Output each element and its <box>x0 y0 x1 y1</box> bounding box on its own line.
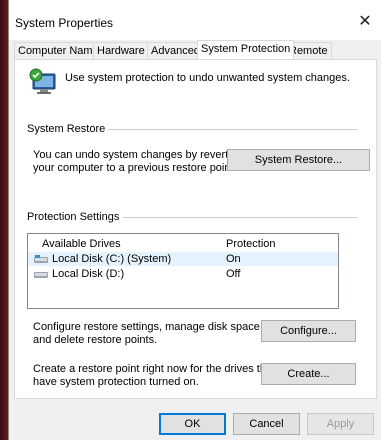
tab-panel-system-protection: Use system protection to undo unwanted s… <box>14 59 377 399</box>
dialog-footer: OK Cancel Apply <box>9 399 381 440</box>
system-restore-group-label: System Restore <box>27 123 109 136</box>
tab-advanced[interactable]: Advanced <box>147 42 204 59</box>
title-bar: System Properties ✕ <box>9 0 381 40</box>
create-description-1: Create a restore point right now for the… <box>33 363 276 375</box>
drive-protection-status: Off <box>226 268 241 280</box>
system-protection-icon <box>29 68 56 94</box>
window-title: System Properties <box>15 16 114 30</box>
drive-row-d[interactable]: Local Disk (D:) Off <box>28 267 338 281</box>
system-properties-window: System Properties ✕ Computer Name Hardwa… <box>8 0 381 440</box>
protection-settings-divider <box>123 217 358 218</box>
tab-computer-name[interactable]: Computer Name <box>14 42 103 59</box>
drives-list-header: Available Drives Protection <box>28 234 338 251</box>
system-restore-divider <box>99 129 358 130</box>
apply-button[interactable]: Apply <box>307 413 374 435</box>
configure-description-1: Configure restore settings, manage disk … <box>33 321 263 333</box>
cancel-button[interactable]: Cancel <box>233 413 300 435</box>
tab-system-protection[interactable]: System Protection <box>197 40 295 59</box>
column-protection[interactable]: Protection <box>226 238 276 250</box>
ok-button[interactable]: OK <box>159 413 226 435</box>
protection-settings-group-label: Protection Settings <box>27 211 123 224</box>
close-icon[interactable]: ✕ <box>355 12 375 32</box>
intro-text: Use system protection to undo unwanted s… <box>65 72 350 84</box>
configure-description-2: and delete restore points. <box>33 334 158 346</box>
create-button[interactable]: Create... <box>261 363 356 385</box>
configure-button[interactable]: Configure... <box>261 320 356 342</box>
system-restore-description-2: your computer to a previous restore poin… <box>33 162 237 174</box>
drive-row-c[interactable]: Local Disk (C:) (System) On <box>28 252 338 266</box>
system-restore-button[interactable]: System Restore... <box>227 149 370 171</box>
column-available-drives[interactable]: Available Drives <box>42 238 121 250</box>
system-drive-icon <box>34 255 48 263</box>
drive-icon <box>34 272 48 278</box>
drive-protection-status: On <box>226 253 241 265</box>
drives-list[interactable]: Available Drives Protection Local Disk (… <box>27 233 339 309</box>
tab-hardware[interactable]: Hardware <box>93 42 149 59</box>
drive-name: Local Disk (D:) <box>52 268 125 280</box>
drive-name: Local Disk (C:) (System) <box>52 253 172 265</box>
system-restore-description-1: You can undo system changes by reverting <box>33 149 243 161</box>
create-description-2: have system protection turned on. <box>33 376 199 388</box>
